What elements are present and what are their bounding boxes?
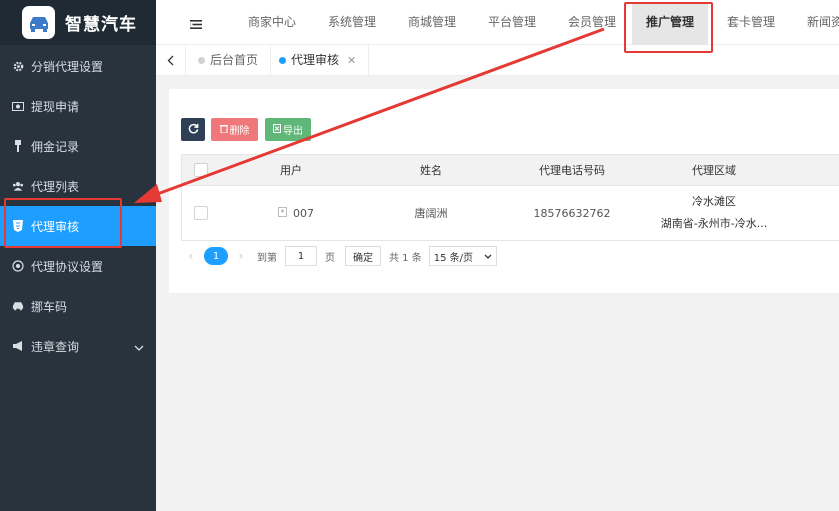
sidebar-item-distribution-settings[interactable]: 分销代理设置 (0, 46, 156, 86)
tab-label: 代理审核 (291, 53, 340, 67)
logo: 智慧汽车 (0, 0, 156, 45)
tab-label: 后台首页 (210, 53, 259, 67)
sidebar-item-label: 违章查询 (31, 339, 80, 354)
close-icon[interactable]: ✕ (347, 45, 356, 76)
row-checkbox[interactable] (194, 206, 208, 220)
goto-confirm-button[interactable]: 确定 (345, 246, 381, 266)
sidebar-item-label: 挪车码 (31, 299, 68, 314)
highlight-box-promotion (624, 2, 713, 53)
cell-name: 唐阔洲 (414, 207, 448, 220)
page-size-value: 15 条/页 (433, 252, 474, 264)
highlight-box-agent-review (4, 198, 122, 248)
tab-bar: 后台首页 代理审核 ✕ (156, 45, 839, 76)
sidebar-item-label: 代理协议设置 (31, 259, 104, 274)
settings-circle-icon (12, 260, 24, 272)
cell-area: 冷水滩区 湖南省-永州市-冷水... (644, 191, 784, 235)
column-header-user: 用户 (280, 164, 302, 177)
pin-icon (12, 140, 24, 152)
pagination: ‹ 1 › 到第 1 页 确定 共 1 条 15 条/页 (181, 245, 497, 267)
total-count: 共 1 条 (389, 252, 422, 264)
table-row[interactable]: 007 唐阔洲 18576632762 冷水滩区 湖南省-永州市-冷水... (182, 186, 839, 240)
refresh-icon (188, 123, 199, 137)
sidebar: 智慧汽车 分销代理设置 提现申请 佣金记录 代理列表 代理审核 代理协议设置 挪… (0, 0, 156, 511)
cell-phone: 18576632762 (533, 206, 611, 220)
table-header: 用户 姓名 代理电话号码 代理区域 (182, 155, 839, 186)
users-icon (12, 180, 24, 192)
nav-platform-management[interactable]: 平台管理 (488, 0, 536, 45)
column-header-phone: 代理电话号码 (539, 164, 605, 177)
sidebar-item-label: 佣金记录 (31, 139, 80, 154)
sidebar-item-withdraw[interactable]: 提现申请 (0, 86, 156, 126)
content-card: 删除 导出 用户 姓名 代理电话号码 代理区域 007 唐阔洲 18576632… (169, 89, 839, 293)
area-line-1: 冷水滩区 (692, 195, 736, 208)
gear-icon (12, 60, 24, 72)
delete-button[interactable]: 删除 (211, 118, 258, 141)
cell-user: 007 (266, 206, 326, 220)
tab-dot (279, 57, 286, 64)
page-1[interactable]: 1 (204, 247, 228, 265)
goto-page-input[interactable]: 1 (285, 246, 317, 266)
export-label: 导出 (283, 126, 303, 137)
tab-dot (198, 57, 205, 64)
sidebar-item-violation-query[interactable]: 违章查询 (0, 326, 156, 366)
goto-label: 到第 (257, 252, 277, 264)
sidebar-item-agent-agreement[interactable]: 代理协议设置 (0, 246, 156, 286)
sidebar-item-commission[interactable]: 佣金记录 (0, 126, 156, 166)
sidebar-item-label: 分销代理设置 (31, 59, 104, 74)
nav-mall-management[interactable]: 商城管理 (408, 0, 456, 45)
car-icon (12, 300, 24, 312)
sidebar-item-label: 提现申请 (31, 99, 80, 114)
sidebar-item-label: 代理列表 (31, 179, 80, 194)
user-avatar-icon (278, 206, 287, 220)
page-size-select[interactable]: 15 条/页 (428, 246, 497, 266)
prev-page-icon[interactable]: ‹ (181, 249, 201, 264)
column-header-name: 姓名 (420, 164, 442, 177)
delete-label: 删除 (229, 126, 250, 137)
column-header-area: 代理区域 (692, 164, 736, 177)
app-title: 智慧汽车 (65, 15, 137, 35)
tab-agent-review[interactable]: 代理审核 ✕ (267, 45, 370, 76)
bullhorn-icon (12, 340, 24, 352)
select-arrow-icon (484, 251, 492, 262)
excel-icon (273, 123, 281, 136)
page-suffix: 页 (325, 252, 335, 264)
tab-home[interactable]: 后台首页 (186, 45, 272, 76)
export-button[interactable]: 导出 (265, 118, 311, 141)
nav-member-management[interactable]: 会员管理 (568, 0, 616, 45)
area-line-2: 湖南省-永州市-冷水... (660, 217, 768, 230)
nav-news[interactable]: 新闻资 (807, 0, 839, 45)
top-nav: 商家中心 系统管理 商城管理 平台管理 会员管理 推广管理 套卡管理 新闻资 (156, 0, 839, 46)
nav-system-management[interactable]: 系统管理 (328, 0, 376, 45)
car-logo-icon (22, 6, 55, 39)
select-all-checkbox[interactable] (194, 163, 208, 177)
chevron-down-icon[interactable] (134, 340, 144, 354)
sidebar-item-move-car-code[interactable]: 挪车码 (0, 286, 156, 326)
user-id: 007 (293, 206, 314, 220)
menu-toggle-icon[interactable] (190, 15, 204, 29)
money-icon (12, 100, 24, 112)
nav-merchant-center[interactable]: 商家中心 (248, 0, 296, 45)
agent-review-table: 用户 姓名 代理电话号码 代理区域 007 唐阔洲 18576632762 冷水… (181, 154, 839, 241)
tab-scroll-left-icon[interactable] (156, 45, 186, 76)
refresh-button[interactable] (181, 118, 205, 141)
trash-icon (219, 124, 228, 136)
next-page-icon[interactable]: › (231, 249, 251, 264)
nav-card-management[interactable]: 套卡管理 (727, 0, 775, 45)
